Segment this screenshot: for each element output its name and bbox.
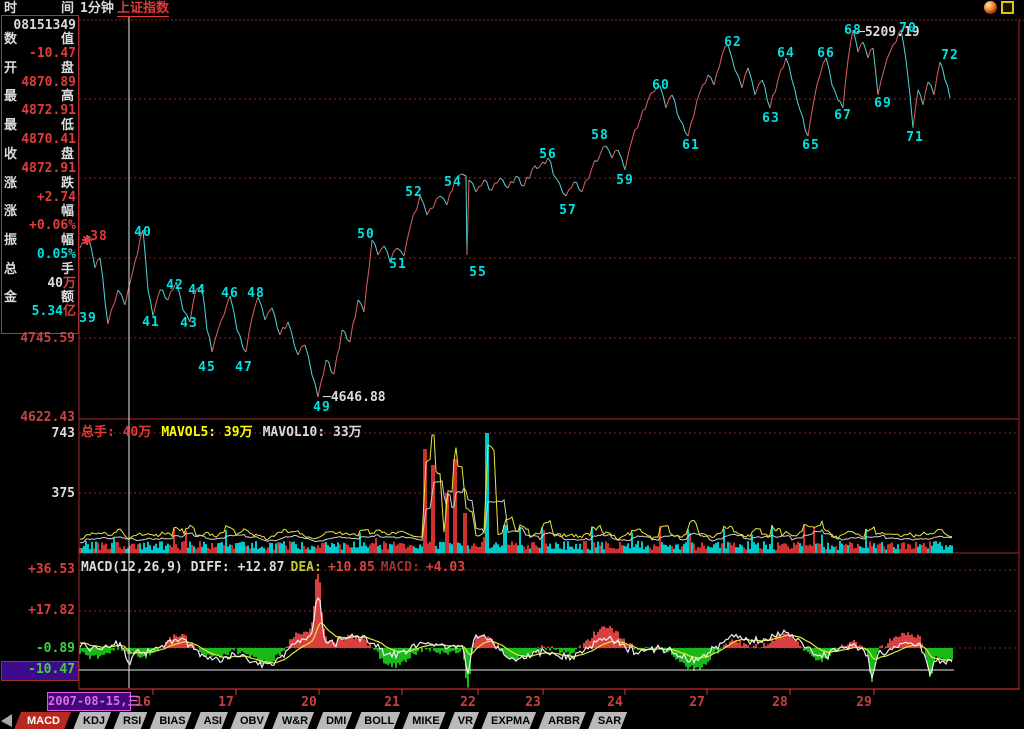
x-axis-label-27: 27 xyxy=(689,696,705,709)
volume-panel-header: 总手: 40万 MAVOL5: 39万 MAVOL10: 33万 xyxy=(81,421,372,440)
tab-macd[interactable]: MACD xyxy=(14,712,71,729)
wave-label-54: 54 xyxy=(444,176,462,189)
wave-label-63: 63 xyxy=(762,112,780,125)
volume-axis-label-1: 375 xyxy=(0,487,75,500)
wave-label-66: 66 xyxy=(817,47,835,60)
wave-label-67: 67 xyxy=(834,109,852,122)
wave-label-68: 68 xyxy=(844,24,862,37)
macd-axis-label-1: +17.82 xyxy=(0,604,75,617)
tab-expma[interactable]: EXPMA xyxy=(481,712,536,729)
wave-label-46: 46 xyxy=(221,287,239,300)
tab-mike[interactable]: MIKE xyxy=(402,712,446,729)
wave-label-58: 58 xyxy=(591,129,609,142)
tab-obv[interactable]: OBV xyxy=(230,712,270,729)
wave-label-47: 47 xyxy=(235,361,253,374)
x-axis-label-28: 28 xyxy=(772,696,788,709)
tab-boll[interactable]: BOLL xyxy=(354,712,400,729)
price-axis-label-0: 4745.59 xyxy=(0,332,75,345)
wave-label-70: 70 xyxy=(899,22,917,35)
indicator-tab-bar: MACDKDJRSIBIASASIOBVW&RDMIBOLLMIKEVREXPM… xyxy=(14,712,627,729)
macd-header-part-3: MACD: xyxy=(381,560,420,575)
wave-label-60: 60 xyxy=(652,79,670,92)
price-line xyxy=(80,30,950,397)
macd-axis-label-0: +36.53 xyxy=(0,563,75,576)
macd-header-part-0: MACD(12,26,9) DIFF: +12.87 xyxy=(81,560,285,575)
wave-label-50: 50 xyxy=(357,228,375,241)
tab-arbr[interactable]: ARBR xyxy=(538,712,586,729)
x-axis-label-17: 17 xyxy=(218,696,234,709)
macd-header-part-1: DEA: xyxy=(291,560,322,575)
wave-label-48: 48 xyxy=(247,287,265,300)
macd-axis-label-3: -10.47 xyxy=(0,663,75,676)
macd-lines xyxy=(80,598,952,677)
wave-label-43: 43 xyxy=(180,317,198,330)
wave-label-72: 72 xyxy=(941,49,959,62)
macd-axis-label-2: -0.89 xyxy=(0,642,75,655)
wave-label-45: 45 xyxy=(198,361,216,374)
crosshair xyxy=(79,17,954,688)
wave-label-52: 52 xyxy=(405,186,423,199)
x-axis-label-29: 29 xyxy=(856,696,872,709)
x-axis-label-23: 23 xyxy=(525,696,541,709)
wave-label-44: 44 xyxy=(188,284,206,297)
tab-wr[interactable]: W&R xyxy=(272,712,314,729)
macd-header-part-2: +10.85 xyxy=(328,560,375,575)
wave-label-64: 64 xyxy=(777,47,795,60)
price-axis-label-1: 4622.43 xyxy=(0,411,75,424)
volume-axis-label-0: 743 xyxy=(0,427,75,440)
tab-bias[interactable]: BIAS xyxy=(149,712,191,729)
wave-label-61: 61 xyxy=(682,139,700,152)
tab-dmi[interactable]: DMI xyxy=(316,712,352,729)
wave-label-39: 39 xyxy=(79,312,97,325)
wave-label-57: 57 xyxy=(559,204,577,217)
chart-canvas[interactable] xyxy=(0,0,1024,729)
volume-header-part-2: MAVOL10: 33万 xyxy=(263,425,362,440)
wave-label-42: 42 xyxy=(166,279,184,292)
cursor-date-label: 2007-08-15,三 xyxy=(47,692,131,711)
low-price-annotation: ─4646.88 xyxy=(323,391,386,404)
wave-label-59: 59 xyxy=(616,174,634,187)
macd-header-part-4: +4.03 xyxy=(426,560,465,575)
wave-label-55: 55 xyxy=(469,266,487,279)
wave-label-71: 71 xyxy=(906,131,924,144)
wave-label-38: 38 xyxy=(90,230,108,243)
panel-frame xyxy=(79,17,1024,695)
tab-asi[interactable]: ASI xyxy=(194,712,228,729)
tab-sar[interactable]: SAR xyxy=(588,712,627,729)
wave-label-49: 49 xyxy=(313,401,331,414)
wave-label-51: 51 xyxy=(389,258,407,271)
wave-label-41: 41 xyxy=(142,316,160,329)
wave-label-56: 56 xyxy=(539,148,557,161)
tab-kdj[interactable]: KDJ xyxy=(73,712,111,729)
wave-label-69: 69 xyxy=(874,97,892,110)
volume-header-part-0: 总手: 40万 xyxy=(81,425,151,440)
volume-header-part-1: MAVOL5: 39万 xyxy=(161,425,252,440)
x-axis-label-20: 20 xyxy=(301,696,317,709)
volume-ma-lines xyxy=(80,435,952,543)
x-axis-label-24: 24 xyxy=(607,696,623,709)
macd-panel-header: MACD(12,26,9) DIFF: +12.87 DEA: +10.85 MACD… xyxy=(81,556,471,575)
x-axis-label-21: 21 xyxy=(384,696,400,709)
wave-label-65: 65 xyxy=(802,139,820,152)
tab-rsi[interactable]: RSI xyxy=(113,712,147,729)
wave-label-62: 62 xyxy=(724,36,742,49)
wave-label-40: 40 xyxy=(134,226,152,239)
x-axis-label-22: 22 xyxy=(460,696,476,709)
tab-vr[interactable]: VR xyxy=(448,712,479,729)
trading-app-window: 时 间 1分钟 上证指数 08151349 数值-10.47开盘4870.89最… xyxy=(0,0,1024,729)
